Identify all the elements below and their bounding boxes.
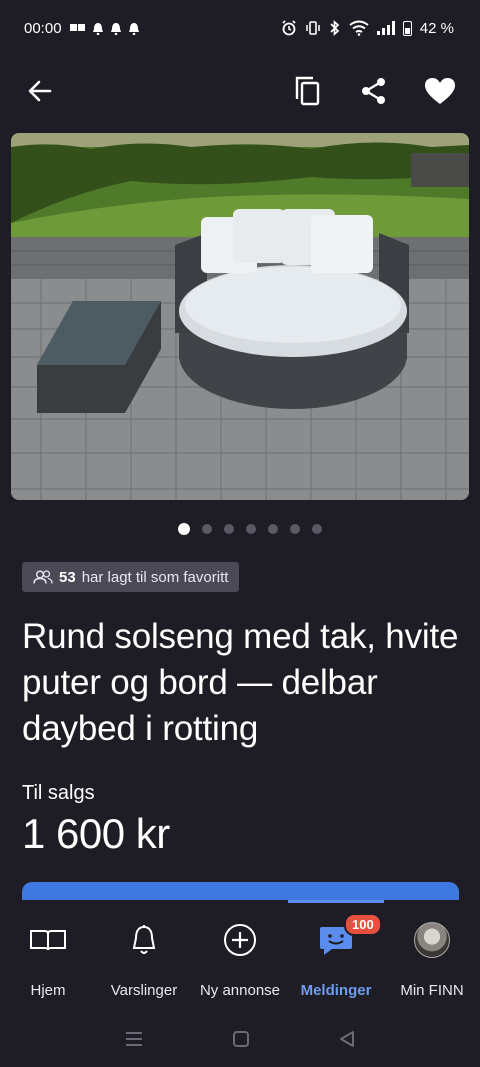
status-time: 00:00 (24, 19, 62, 37)
nav-item-varslinger[interactable]: Varslinger (96, 900, 192, 1005)
nav-item-hjem[interactable]: Hjem (0, 900, 96, 1005)
nav-item-meldinger[interactable]: 100 Meldinger (288, 900, 384, 1005)
battery-percent: 42 % (419, 19, 454, 37)
pagination-dot-active[interactable] (178, 523, 190, 535)
bell-icon (92, 22, 103, 35)
system-navigation (0, 1010, 480, 1067)
nav-label: Varslinger (110, 982, 178, 999)
sale-label: Til salgs (22, 782, 95, 804)
nav-label: Hjem (30, 982, 66, 999)
plus-circle-icon (224, 924, 256, 956)
wifi-icon (349, 20, 369, 36)
bluetooth-icon (330, 20, 340, 36)
bell-icon (110, 22, 121, 35)
book-icon (30, 930, 66, 951)
vibrate-icon (306, 21, 320, 35)
favorites-count: 53 (59, 568, 76, 586)
copy-button[interactable] (290, 73, 326, 109)
signal-icon (376, 21, 395, 35)
copy-icon (295, 76, 320, 106)
nav-label: Min FINN (400, 982, 464, 999)
back-icon[interactable] (338, 1030, 356, 1048)
app-bar (0, 64, 480, 118)
listing-price: 1 600 kr (22, 810, 170, 857)
people-icon (33, 570, 53, 584)
battery-icon (402, 20, 412, 36)
status-bar: 00:00 42 % (0, 0, 480, 56)
messages-badge: 100 (344, 913, 382, 936)
avatar (414, 922, 450, 958)
bottom-navigation: Hjem Varslinger Ny annonse 100 Meldinger… (0, 900, 480, 1005)
share-icon (362, 78, 385, 104)
back-arrow-icon (28, 80, 52, 102)
gallery-pagination (0, 523, 480, 536)
heart-icon (425, 78, 455, 104)
home-icon[interactable] (232, 1030, 250, 1048)
listing-image[interactable] (11, 133, 469, 500)
pagination-dot[interactable] (246, 524, 256, 534)
back-button[interactable] (22, 73, 58, 109)
pagination-dot[interactable] (290, 524, 300, 534)
pagination-dot[interactable] (268, 524, 278, 534)
pagination-dot[interactable] (202, 524, 212, 534)
alarm-icon (282, 20, 296, 36)
pagination-dot[interactable] (224, 524, 234, 534)
favorite-button[interactable] (422, 73, 458, 109)
favorites-text: har lagt til som favoritt (81, 568, 229, 586)
daybed-photo (11, 133, 469, 500)
listing-title: Rund solseng med tak, hvite puter og bor… (22, 617, 459, 748)
favorites-badge: 53 har lagt til som favoritt (22, 562, 240, 592)
recent-apps-icon[interactable] (124, 1030, 144, 1048)
pagination-dot[interactable] (312, 524, 322, 534)
nav-label: Ny annonse (199, 982, 281, 999)
nav-item-min-finn[interactable]: Min FINN (384, 900, 480, 1005)
sim-icon (69, 24, 85, 31)
share-button[interactable] (356, 73, 392, 109)
nav-item-ny-annonse[interactable]: Ny annonse (192, 900, 288, 1005)
bell-icon (128, 22, 139, 35)
bell-icon (132, 925, 156, 954)
nav-label: Meldinger (300, 982, 372, 999)
